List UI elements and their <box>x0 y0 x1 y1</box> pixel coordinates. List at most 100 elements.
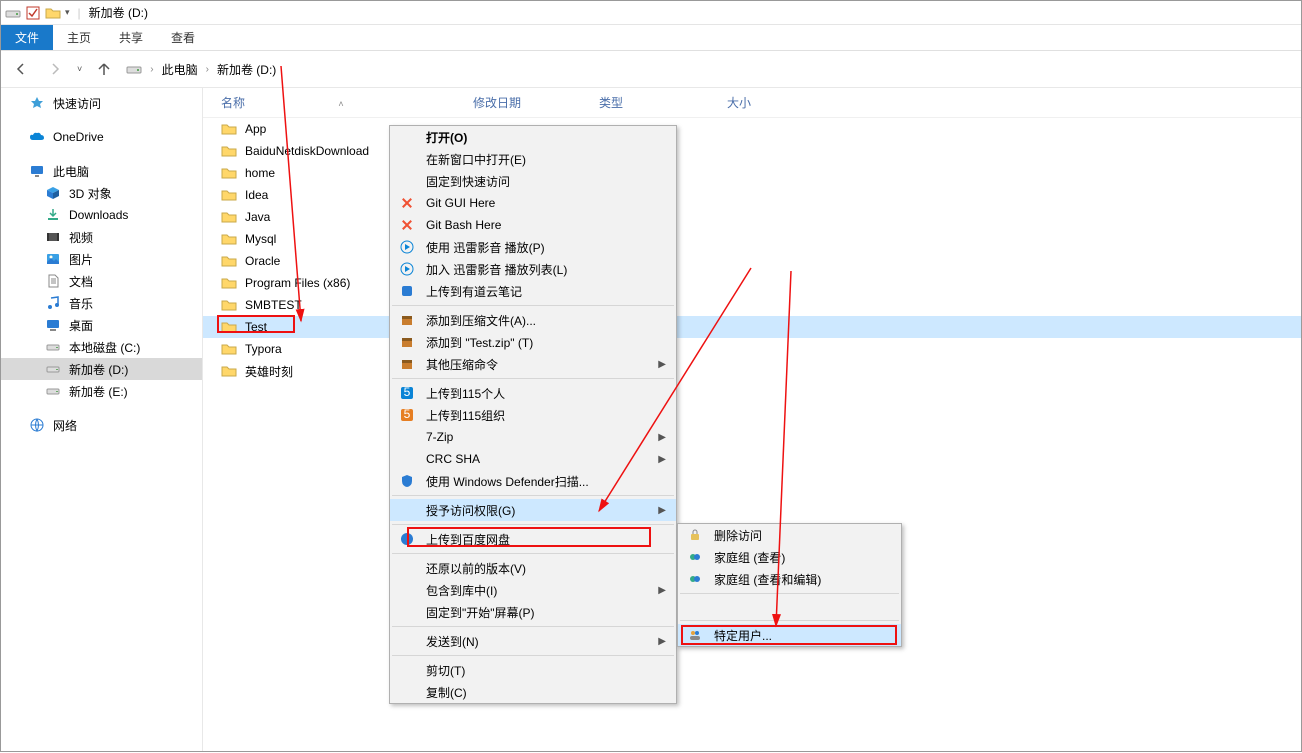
up-button[interactable] <box>92 57 116 81</box>
column-size[interactable]: 大小 <box>727 94 827 111</box>
column-type[interactable]: 类型 <box>599 94 727 111</box>
tab-share[interactable]: 共享 <box>105 25 157 50</box>
file-row[interactable]: Program Files (x86) <box>203 272 1301 294</box>
checkbox-icon[interactable] <box>25 5 41 21</box>
column-name[interactable]: 名称 ˄ <box>203 94 473 111</box>
history-dropdown-icon[interactable]: ˅ <box>77 64 82 74</box>
menu-restore-prev[interactable]: 还原以前的版本(V) <box>390 557 676 579</box>
menu-defender[interactable]: 使用 Windows Defender扫描... <box>390 470 676 492</box>
file-row[interactable]: App <box>203 118 1301 140</box>
sidebar-item-pictures[interactable]: 图片 <box>1 248 202 270</box>
column-date[interactable]: 修改日期 <box>473 94 599 111</box>
folder-icon <box>221 187 237 203</box>
menu-pin-start[interactable]: 固定到"开始"屏幕(P) <box>390 601 676 623</box>
breadcrumb[interactable]: › 此电脑 › 新加卷 (D:) <box>126 61 276 78</box>
menu-7zip[interactable]: 7-Zip▶ <box>390 426 676 448</box>
menu-open-new-window[interactable]: 在新窗口中打开(E) <box>390 148 676 170</box>
submenu-remove-access[interactable]: 删除访问 <box>678 524 901 546</box>
back-button[interactable] <box>9 57 33 81</box>
menu-label: 使用 Windows Defender扫描... <box>426 473 589 490</box>
file-row[interactable]: Idea <box>203 184 1301 206</box>
menu-open[interactable]: 打开(O) <box>390 126 676 148</box>
file-row[interactable]: BaiduNetdiskDownload <box>203 140 1301 162</box>
sidebar-item-videos[interactable]: 视频 <box>1 226 202 248</box>
sidebar-item-desktop[interactable]: 桌面 <box>1 314 202 336</box>
chevron-right-icon: › <box>206 64 209 75</box>
sidebar-item-downloads[interactable]: Downloads <box>1 204 202 226</box>
menu-label: 包含到库中(I) <box>426 582 497 599</box>
drive-icon <box>126 61 142 77</box>
menu-label: 7-Zip <box>426 430 453 444</box>
menu-add-archive[interactable]: 添加到压缩文件(A)... <box>390 309 676 331</box>
archive-icon <box>398 311 416 329</box>
file-row[interactable]: SMBTEST <box>203 294 1301 316</box>
menu-separator <box>680 593 899 594</box>
menu-separator <box>392 626 674 627</box>
xunlei-icon <box>398 238 416 256</box>
menu-include-lib[interactable]: 包含到库中(I)▶ <box>390 579 676 601</box>
menu-pin-quick[interactable]: 固定到快速访问 <box>390 170 676 192</box>
menu-xunlei-list[interactable]: 加入 迅雷影音 播放列表(L) <box>390 258 676 280</box>
file-row[interactable]: 英雄时刻 <box>203 360 1301 382</box>
breadcrumb-current[interactable]: 新加卷 (D:) <box>217 61 276 78</box>
forward-button[interactable] <box>43 57 67 81</box>
submenu-arrow-icon: ▶ <box>658 505 666 516</box>
sidebar-item-label: Downloads <box>69 208 128 222</box>
menu-crc-sha[interactable]: CRC SHA▶ <box>390 448 676 470</box>
menu-upload-115p[interactable]: 5上传到115个人 <box>390 382 676 404</box>
menu-label: 复制(C) <box>426 684 467 701</box>
file-row[interactable]: Typora <box>203 338 1301 360</box>
tab-home[interactable]: 主页 <box>53 25 105 50</box>
menu-label: 家庭组 (查看和编辑) <box>714 571 821 588</box>
sidebar-item-network[interactable]: 网络 <box>1 414 202 436</box>
sidebar-item-this-pc[interactable]: 此电脑 <box>1 160 202 182</box>
menu-upload-115g[interactable]: 5上传到115组织 <box>390 404 676 426</box>
drive-icon <box>45 339 61 355</box>
menu-label: 使用 迅雷影音 播放(P) <box>426 239 545 256</box>
sidebar-item-3d-objects[interactable]: 3D 对象 <box>1 182 202 204</box>
menu-label: CRC SHA <box>426 452 480 466</box>
sidebar-item-vol-d[interactable]: 新加卷 (D:) <box>1 358 202 380</box>
menu-grant-access[interactable]: 授予访问权限(G)▶ <box>390 499 676 521</box>
menu-other-compress[interactable]: 其他压缩命令▶ <box>390 353 676 375</box>
submenu-homegroup-edit[interactable]: 家庭组 (查看和编辑) <box>678 568 901 590</box>
menu-cut[interactable]: 剪切(T) <box>390 659 676 681</box>
menu-label: 家庭组 (查看) <box>714 549 785 566</box>
menu-youdao[interactable]: 上传到有道云笔记 <box>390 280 676 302</box>
file-row[interactable]: Mysql <box>203 228 1301 250</box>
submenu-homegroup-view[interactable]: 家庭组 (查看) <box>678 546 901 568</box>
file-name: Oracle <box>245 254 280 268</box>
qat-dropdown-icon[interactable]: ▾ <box>65 7 70 18</box>
tab-file[interactable]: 文件 <box>1 25 53 50</box>
menu-git-bash[interactable]: Git Bash Here <box>390 214 676 236</box>
folder-icon <box>221 165 237 181</box>
sidebar-item-vol-e[interactable]: 新加卷 (E:) <box>1 380 202 402</box>
sidebar-item-quick-access[interactable]: 快速访问 <box>1 92 202 114</box>
sidebar-item-onedrive[interactable]: OneDrive <box>1 126 202 148</box>
menu-send-to[interactable]: 发送到(N)▶ <box>390 630 676 652</box>
menu-copy[interactable]: 复制(C) <box>390 681 676 703</box>
submenu-specific-user[interactable]: 特定用户... <box>678 624 901 646</box>
menu-xunlei-play[interactable]: 使用 迅雷影音 播放(P) <box>390 236 676 258</box>
menu-add-test-zip[interactable]: 添加到 "Test.zip" (T) <box>390 331 676 353</box>
folder-icon <box>221 297 237 313</box>
drive-icon <box>5 5 21 21</box>
file-name: Program Files (x86) <box>245 276 350 290</box>
tab-view[interactable]: 查看 <box>157 25 209 50</box>
menu-baidu-pan[interactable]: 上传到百度网盘 <box>390 528 676 550</box>
file-row[interactable]: Oracle <box>203 250 1301 272</box>
sidebar-item-music[interactable]: 音乐 <box>1 292 202 314</box>
menu-git-gui[interactable]: Git GUI Here <box>390 192 676 214</box>
sidebar-item-local-c[interactable]: 本地磁盘 (C:) <box>1 336 202 358</box>
sidebar-item-label: 图片 <box>69 251 93 268</box>
file-row[interactable]: home <box>203 162 1301 184</box>
submenu-arrow-icon: ▶ <box>658 636 666 647</box>
sidebar-item-documents[interactable]: 文档 <box>1 270 202 292</box>
document-icon <box>45 273 61 289</box>
file-row[interactable]: Java <box>203 206 1301 228</box>
file-row-selected[interactable]: Test <box>203 316 1301 338</box>
folder-icon <box>221 231 237 247</box>
window-title: 新加卷 (D:) <box>89 4 148 21</box>
tab-view-label: 查看 <box>171 29 195 46</box>
breadcrumb-root[interactable]: 此电脑 <box>162 61 198 78</box>
